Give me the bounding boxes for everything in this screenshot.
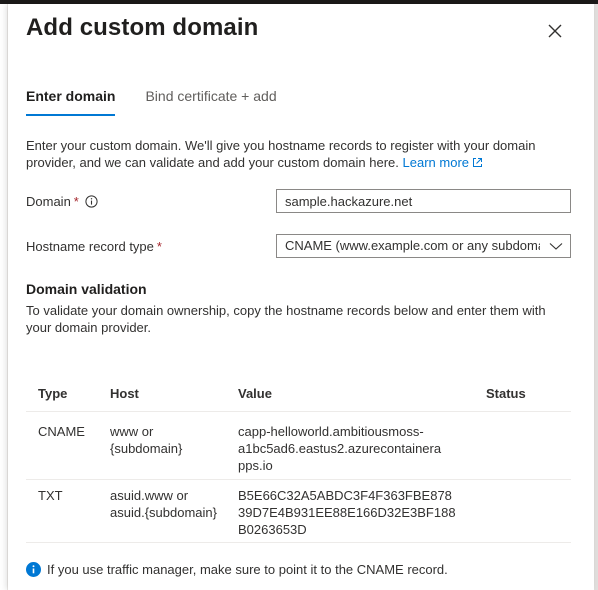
background-page-edge: [0, 4, 8, 590]
panel-title: Add custom domain: [26, 14, 259, 41]
learn-more-label: Learn more: [402, 155, 470, 170]
info-filled-icon: [26, 562, 41, 577]
traffic-manager-note: If you use traffic manager, make sure to…: [26, 562, 448, 577]
domain-validation-description: To validate your domain ownership, copy …: [26, 303, 546, 335]
value-line: 39D7E4B931EE88E166D32E3BF188: [238, 505, 456, 520]
domain-label: Domain *: [26, 194, 98, 209]
host-line: www or: [110, 424, 154, 439]
host-line: asuid.{subdomain}: [110, 505, 217, 520]
tab-bar: Enter domain Bind certificate + add: [26, 88, 307, 116]
header-divider: [26, 411, 571, 412]
close-icon: [548, 24, 562, 38]
record-type-cell: TXT: [38, 488, 63, 503]
add-custom-domain-panel: Add custom domain Enter domain Bind cert…: [8, 4, 594, 590]
record-type-label: Hostname record type *: [26, 239, 162, 254]
value-line: a1bc5ad6.eastus2.azurecontainera: [238, 441, 442, 456]
record-type-cell: CNAME: [38, 424, 85, 439]
record-value-cell[interactable]: B5E66C32A5ABDC3F4F363FBE878 39D7E4B931EE…: [238, 487, 456, 538]
domain-label-text: Domain: [26, 194, 71, 209]
external-link-icon: [473, 158, 483, 167]
record-host-cell[interactable]: www or {subdomain}: [110, 423, 182, 457]
column-header-value: Value: [238, 386, 272, 401]
column-header-host: Host: [110, 386, 139, 401]
close-button[interactable]: [544, 20, 566, 42]
record-value-cell[interactable]: capp-helloworld.ambitiousmoss- a1bc5ad6.…: [238, 423, 441, 474]
required-marker: *: [73, 194, 79, 209]
domain-input[interactable]: [276, 189, 571, 213]
info-icon[interactable]: [85, 195, 98, 208]
required-marker: *: [156, 239, 162, 254]
footer-note-text: If you use traffic manager, make sure to…: [47, 562, 448, 577]
value-line: capp-helloworld.ambitiousmoss-: [238, 424, 424, 439]
value-line: B5E66C32A5ABDC3F4F363FBE878: [238, 488, 452, 503]
intro-description: Enter your custom domain. We'll give you…: [26, 137, 556, 171]
column-header-status: Status: [486, 386, 526, 401]
host-line: {subdomain}: [110, 441, 183, 456]
tab-bind-certificate[interactable]: Bind certificate + add: [145, 88, 276, 116]
column-header-type: Type: [38, 386, 68, 401]
record-type-dropdown[interactable]: CNAME (www.example.com or any subdomain): [276, 234, 571, 258]
record-type-value: CNAME (www.example.com or any subdomain): [285, 238, 540, 253]
value-line: pps.io: [238, 458, 273, 473]
record-type-label-text: Hostname record type: [26, 239, 154, 254]
row-divider: [26, 542, 571, 543]
host-line: asuid.www or: [110, 488, 189, 503]
chevron-down-icon: [549, 243, 563, 250]
record-host-cell[interactable]: asuid.www or asuid.{subdomain}: [110, 487, 217, 521]
scrollbar-track[interactable]: [594, 4, 598, 590]
learn-more-link[interactable]: Learn more: [403, 155, 483, 170]
value-line: B0263653D: [238, 522, 307, 537]
row-divider: [26, 479, 571, 480]
tab-enter-domain[interactable]: Enter domain: [26, 88, 116, 116]
domain-validation-heading: Domain validation: [26, 281, 147, 297]
